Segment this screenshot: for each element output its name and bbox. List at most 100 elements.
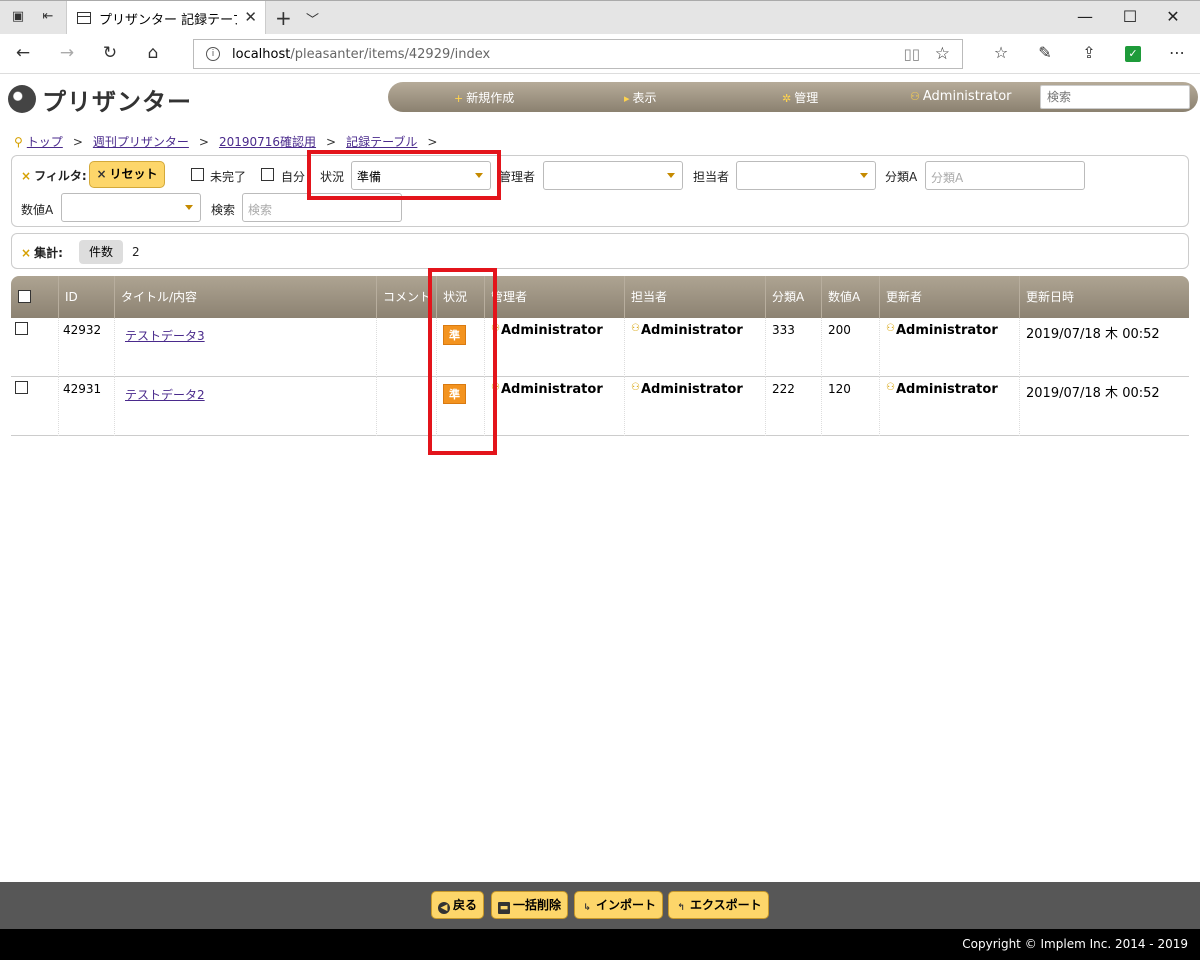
owner-filter-select[interactable] [736, 161, 876, 190]
breadcrumb-table[interactable]: 記録テーブル [346, 133, 417, 150]
header-updater[interactable]: 更新者 [880, 276, 1020, 318]
header-updated[interactable]: 更新日時 [1020, 276, 1189, 318]
header-title[interactable]: タイトル/内容 [115, 276, 377, 318]
forward-arrow-icon[interactable]: → [56, 43, 78, 63]
filter-label[interactable]: × フィルタ: [21, 167, 87, 184]
manager-filter-select[interactable] [543, 161, 683, 190]
class-filter-input[interactable]: 分類A [925, 161, 1085, 190]
share-icon[interactable]: ⇪ [1078, 43, 1100, 62]
info-icon[interactable]: i [206, 47, 220, 61]
row-title-link[interactable]: テストデータ2 [125, 388, 205, 402]
tab-preview-icon[interactable]: ▣ [10, 10, 26, 24]
page-icon [77, 12, 91, 24]
self-checkbox[interactable] [261, 168, 274, 181]
set-aside-tabs-icon[interactable]: ⇤ [40, 10, 56, 24]
breadcrumb-weekly[interactable]: 週刊プリザンター [93, 133, 189, 150]
aggregate-panel: × 集計: 件数 2 [11, 233, 1189, 269]
close-tab-icon[interactable]: ✕ [244, 8, 257, 26]
close-window-icon[interactable]: ✕ [1163, 7, 1183, 26]
gear-icon: ✲ [782, 92, 792, 105]
table-row[interactable]: 42932 テストデータ3 準 ⚇Administrator ⚇Administ… [11, 318, 1189, 377]
trash-icon: ▬ [498, 902, 510, 914]
collapse-x-icon: × [21, 246, 32, 260]
refresh-icon[interactable]: ↻ [99, 43, 121, 63]
manager-filter-label: 管理者 [499, 170, 536, 184]
plus-icon: + [454, 92, 464, 105]
row-class-a: 333 [766, 318, 822, 377]
incomplete-label: 未完了 [210, 170, 247, 184]
chevron-down-icon[interactable]: ﹀ [306, 9, 319, 28]
maximize-icon[interactable]: ☐ [1120, 7, 1140, 26]
footer-command-bar: ◀ 戻る ▬ 一括削除 ↳ インポート ↰ エクスポート [0, 882, 1200, 929]
owner-filter-label: 担当者 [693, 170, 730, 184]
copyright-bar: Copyright © Implem Inc. 2014 - 2019 [0, 929, 1200, 960]
grid-header: ID タイトル/内容 コメント 状況 管理者 担当者 分類A 数値A 更新者 更… [11, 276, 1189, 318]
breadcrumb-top[interactable]: トップ [27, 133, 63, 150]
address-bar[interactable]: i localhost/pleasanter/items/42929/index… [193, 39, 963, 69]
back-circle-icon: ◀ [438, 902, 450, 914]
header-id[interactable]: ID [59, 276, 115, 318]
app-logo[interactable]: プリザンター [8, 82, 192, 116]
select-all-checkbox[interactable] [18, 290, 31, 303]
menu-manage[interactable]: ✲ 管理 [782, 89, 818, 106]
menu-view[interactable]: ▸ 表示 [624, 89, 657, 106]
row-title-link[interactable]: テストデータ3 [125, 329, 205, 343]
incomplete-checkbox[interactable] [191, 168, 204, 181]
breadcrumb-folder[interactable]: 20190716確認用 [219, 133, 316, 150]
filter-reset-button[interactable]: × リセット [89, 161, 165, 188]
header-manager[interactable]: 管理者 [485, 276, 625, 318]
row-checkbox[interactable] [15, 322, 28, 335]
header-owner[interactable]: 担当者 [625, 276, 766, 318]
favorite-star-icon[interactable]: ☆ [935, 44, 950, 64]
row-class-a: 222 [766, 377, 822, 436]
filter-panel: × フィルタ: × リセット 未完了 自分 状況 準備 管理者 担当者 分類A 分類… [11, 155, 1189, 227]
row-checkbox[interactable] [15, 381, 28, 394]
num-filter-label: 数値A [21, 203, 54, 217]
row-id: 42931 [59, 377, 115, 436]
aggregate-label[interactable]: × 集計: [21, 244, 63, 261]
collapse-x-icon: × [21, 169, 32, 183]
copyright-text: Copyright © Implem Inc. 2014 - 2019 [962, 937, 1188, 951]
user-icon: ⚇ [886, 382, 895, 393]
more-icon[interactable]: ⋯ [1166, 43, 1188, 62]
row-owner: Administrator [640, 323, 743, 338]
user-icon: ⚇ [886, 323, 895, 334]
user-icon: ⚇ [910, 90, 920, 103]
import-button[interactable]: ↳ インポート [574, 891, 664, 919]
pen-icon[interactable]: ✎ [1034, 43, 1056, 62]
url-text: localhost/pleasanter/items/42929/index [232, 47, 491, 62]
extension-check-icon[interactable]: ✓ [1125, 46, 1141, 62]
new-tab-icon[interactable]: + [275, 6, 292, 30]
menu-user[interactable]: ⚇ Administrator [910, 89, 1012, 104]
import-arrow-icon: ↳ [583, 903, 591, 913]
reading-view-icon[interactable]: ▯▯ [903, 45, 920, 63]
back-arrow-icon[interactable]: ← [12, 43, 34, 63]
search-filter-label: 検索 [211, 203, 236, 217]
export-arrow-icon: ↰ [677, 903, 685, 913]
back-button[interactable]: ◀ 戻る [431, 891, 485, 919]
header-num-a[interactable]: 数値A [822, 276, 880, 318]
export-button[interactable]: ↰ エクスポート [668, 891, 769, 919]
self-label: 自分 [281, 170, 306, 184]
browser-nav-bar: ← → ↻ ⌂ i localhost/pleasanter/items/429… [0, 34, 1200, 74]
header-class-a[interactable]: 分類A [766, 276, 822, 318]
class-filter-label: 分類A [885, 170, 918, 184]
tab-title: プリザンター 記録テーブル サ [99, 13, 237, 28]
records-grid: ID タイトル/内容 コメント 状況 管理者 担当者 分類A 数値A 更新者 更… [11, 276, 1189, 436]
minimize-icon[interactable]: — [1075, 7, 1095, 26]
status-filter-highlight [307, 150, 501, 200]
browser-tab[interactable]: プリザンター 記録テーブル サ ✕ [66, 1, 266, 35]
row-num-a: 200 [822, 318, 880, 377]
triangle-right-icon: ▸ [624, 92, 630, 105]
bulk-delete-button[interactable]: ▬ 一括削除 [491, 891, 569, 919]
table-row[interactable]: 42931 テストデータ2 準 ⚇Administrator ⚇Administ… [11, 377, 1189, 436]
header-search-input[interactable] [1040, 85, 1190, 109]
num-filter-select[interactable] [61, 193, 201, 222]
count-value: 2 [132, 245, 140, 259]
logo-text: プリザンター [42, 87, 192, 116]
menu-new[interactable]: + 新規作成 [454, 89, 514, 106]
row-updated: 2019/07/18 木 00:52 [1026, 327, 1160, 342]
favorites-list-icon[interactable]: ☆ [990, 43, 1012, 62]
row-updater: Administrator [895, 323, 998, 338]
home-icon[interactable]: ⌂ [142, 43, 164, 63]
